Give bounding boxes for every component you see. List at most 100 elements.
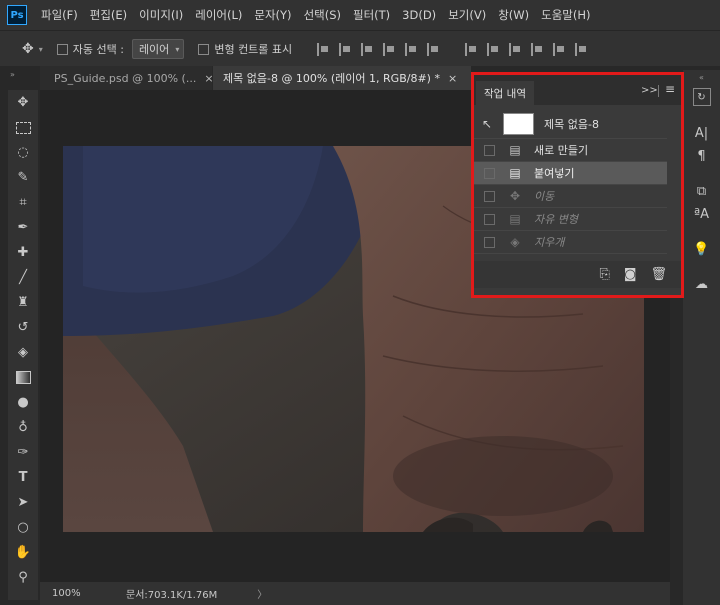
blur-tool-icon[interactable]: ● [8,390,38,415]
hand-tool-icon[interactable]: ✋ [8,540,38,565]
crop-tool-icon[interactable]: ⌗ [8,190,38,215]
align-top-icon[interactable] [317,42,329,56]
stamp-tool-icon[interactable]: ♜ [8,290,38,315]
status-menu-arrow[interactable]: 〉 [257,586,267,601]
menu-window[interactable]: 창(W) [492,7,535,23]
gradient-tool-icon[interactable] [8,365,38,390]
align-hcenter-icon[interactable] [405,42,417,56]
auto-select-dropdown[interactable]: 레이어 ▾ [131,39,185,59]
quick-select-tool-icon[interactable]: ✎ [8,165,38,190]
history-panel-icon[interactable]: ↻ [692,88,711,106]
glyphs-panel-icon[interactable]: ⧉ [683,180,720,203]
brush-tool-icon[interactable]: ╱ [8,265,38,290]
history-snapshot-row[interactable]: ↖ 제목 없음-8 [474,109,667,139]
checkbox-icon [484,167,495,179]
distribute-bottom-icon[interactable] [509,42,521,56]
eyedropper-tool-icon[interactable]: ✒ [8,215,38,240]
path-select-tool-icon[interactable]: ➤ [8,490,38,515]
distribute-right-icon[interactable] [575,42,587,56]
document-icon: ▤ [509,143,521,157]
history-panel-header: 작업 내역 >> ≡ [474,75,681,105]
menu-filter[interactable]: 필터(T) [347,7,396,23]
document-icon: ▤ [509,212,521,226]
history-item-paste[interactable]: ▤ 붙여넣기 [474,162,667,185]
menu-select[interactable]: 선택(S) [298,7,347,23]
lasso-tool-icon[interactable]: ◌ [8,140,38,165]
tab-label: 제목 없음-8 @ 100% (레이어 1, RGB/8#) * [223,72,440,85]
history-brush-source-icon[interactable]: ↖ [482,117,498,131]
align-vcenter-icon[interactable] [339,42,351,56]
history-panel-tab[interactable]: 작업 내역 [476,81,534,105]
menu-file[interactable]: 파일(F) [35,7,84,23]
history-item-label: 새로 만들기 [534,144,589,157]
close-icon[interactable]: × [204,72,212,85]
distribute-vcenter-icon[interactable] [487,42,499,56]
zoom-tool-icon[interactable]: ⚲ [8,565,38,590]
checkbox-icon [484,190,495,202]
eraser-icon: ◈ [510,235,520,249]
marquee-tool-icon[interactable] [8,115,38,140]
history-panel-footer: ⎘ ◙ 🗑 [474,261,681,288]
history-item-move[interactable]: ✥ 이동 [474,185,667,208]
character-styles-icon[interactable]: ªA [683,203,720,226]
camera-icon[interactable]: ◙ [624,267,637,282]
eraser-tool-icon[interactable]: ◈ [8,340,38,365]
photoshop-logo[interactable]: Ps [7,5,27,25]
distribute-left-icon[interactable] [531,42,543,56]
collapse-arrows-icon[interactable]: » [10,70,15,79]
align-right-icon[interactable] [427,42,439,56]
panel-menu-icon[interactable]: ≡ [665,82,675,96]
character-panel-icon[interactable]: A| [683,122,720,145]
align-left-icon[interactable] [383,42,395,56]
history-item-free-transform[interactable]: ▤ 자유 변형 [474,208,667,231]
align-bottom-icon[interactable] [361,42,373,56]
tab-untitled-8[interactable]: 제목 없음-8 @ 100% (레이어 1, RGB/8#) * × [213,66,471,90]
transform-controls-checkbox[interactable]: 변형 컨트롤 표시 [198,41,292,57]
move-tool-icon[interactable]: ✥ [8,90,38,115]
history-brush-tool-icon[interactable]: ↺ [8,315,38,340]
menu-bar: Ps 파일(F) 편집(E) 이미지(I) 레이어(L) 문자(Y) 선택(S)… [0,0,720,30]
collapse-arrows-icon[interactable]: « [683,70,720,84]
libraries-panel-icon[interactable]: ☁ [683,273,720,296]
history-item-label: 붙여넣기 [534,167,575,180]
move-icon: ✥ [509,189,521,203]
move-tool-preset-icon[interactable]: ✥ [22,41,34,57]
chevron-down-icon: ▾ [175,44,180,54]
history-item-eraser[interactable]: ◈ 지우개 [474,231,667,254]
auto-select-checkbox[interactable]: 자동 선택 : [56,41,124,57]
menu-layer[interactable]: 레이어(L) [189,7,248,23]
distribute-hcenter-icon[interactable] [553,42,565,56]
healing-brush-tool-icon[interactable]: ✚ [8,240,38,265]
menu-3d[interactable]: 3D(D) [396,8,442,22]
auto-select-label: 자동 선택 : [72,43,124,56]
menu-edit[interactable]: 편집(E) [84,7,133,23]
paragraph-panel-icon[interactable]: ¶ [683,145,720,168]
learn-panel-icon[interactable]: 💡 [683,238,720,261]
checkbox-icon [56,43,68,55]
menu-view[interactable]: 보기(V) [442,7,492,23]
history-scrollbar[interactable] [668,109,681,259]
close-icon[interactable]: × [448,72,457,85]
new-document-from-state-icon[interactable]: ⎘ [599,267,609,282]
zoom-level[interactable]: 100% [52,588,112,599]
menu-type[interactable]: 문자(Y) [248,7,297,23]
checkbox-icon [198,43,210,55]
pen-tool-icon[interactable]: ✑ [8,440,38,465]
menu-image[interactable]: 이미지(I) [133,7,189,23]
snapshot-label: 제목 없음-8 [544,117,599,131]
chevron-down-icon[interactable]: ▾ [39,45,43,54]
menu-help[interactable]: 도움말(H) [535,7,596,23]
shape-tool-icon[interactable]: ○ [8,515,38,540]
trash-icon[interactable]: 🗑 [650,267,667,282]
align-buttons [312,42,592,56]
expand-arrows-icon[interactable]: >> [641,85,658,96]
type-tool-icon[interactable]: T [8,465,38,490]
dodge-tool-icon[interactable]: ♁ [8,415,38,440]
history-item-new[interactable]: ▤ 새로 만들기 [474,139,667,162]
tab-ps-guide[interactable]: PS_Guide.psd @ 100% (... × [40,66,212,90]
distribute-top-icon[interactable] [465,42,477,56]
history-item-label: 자유 변형 [534,213,578,226]
